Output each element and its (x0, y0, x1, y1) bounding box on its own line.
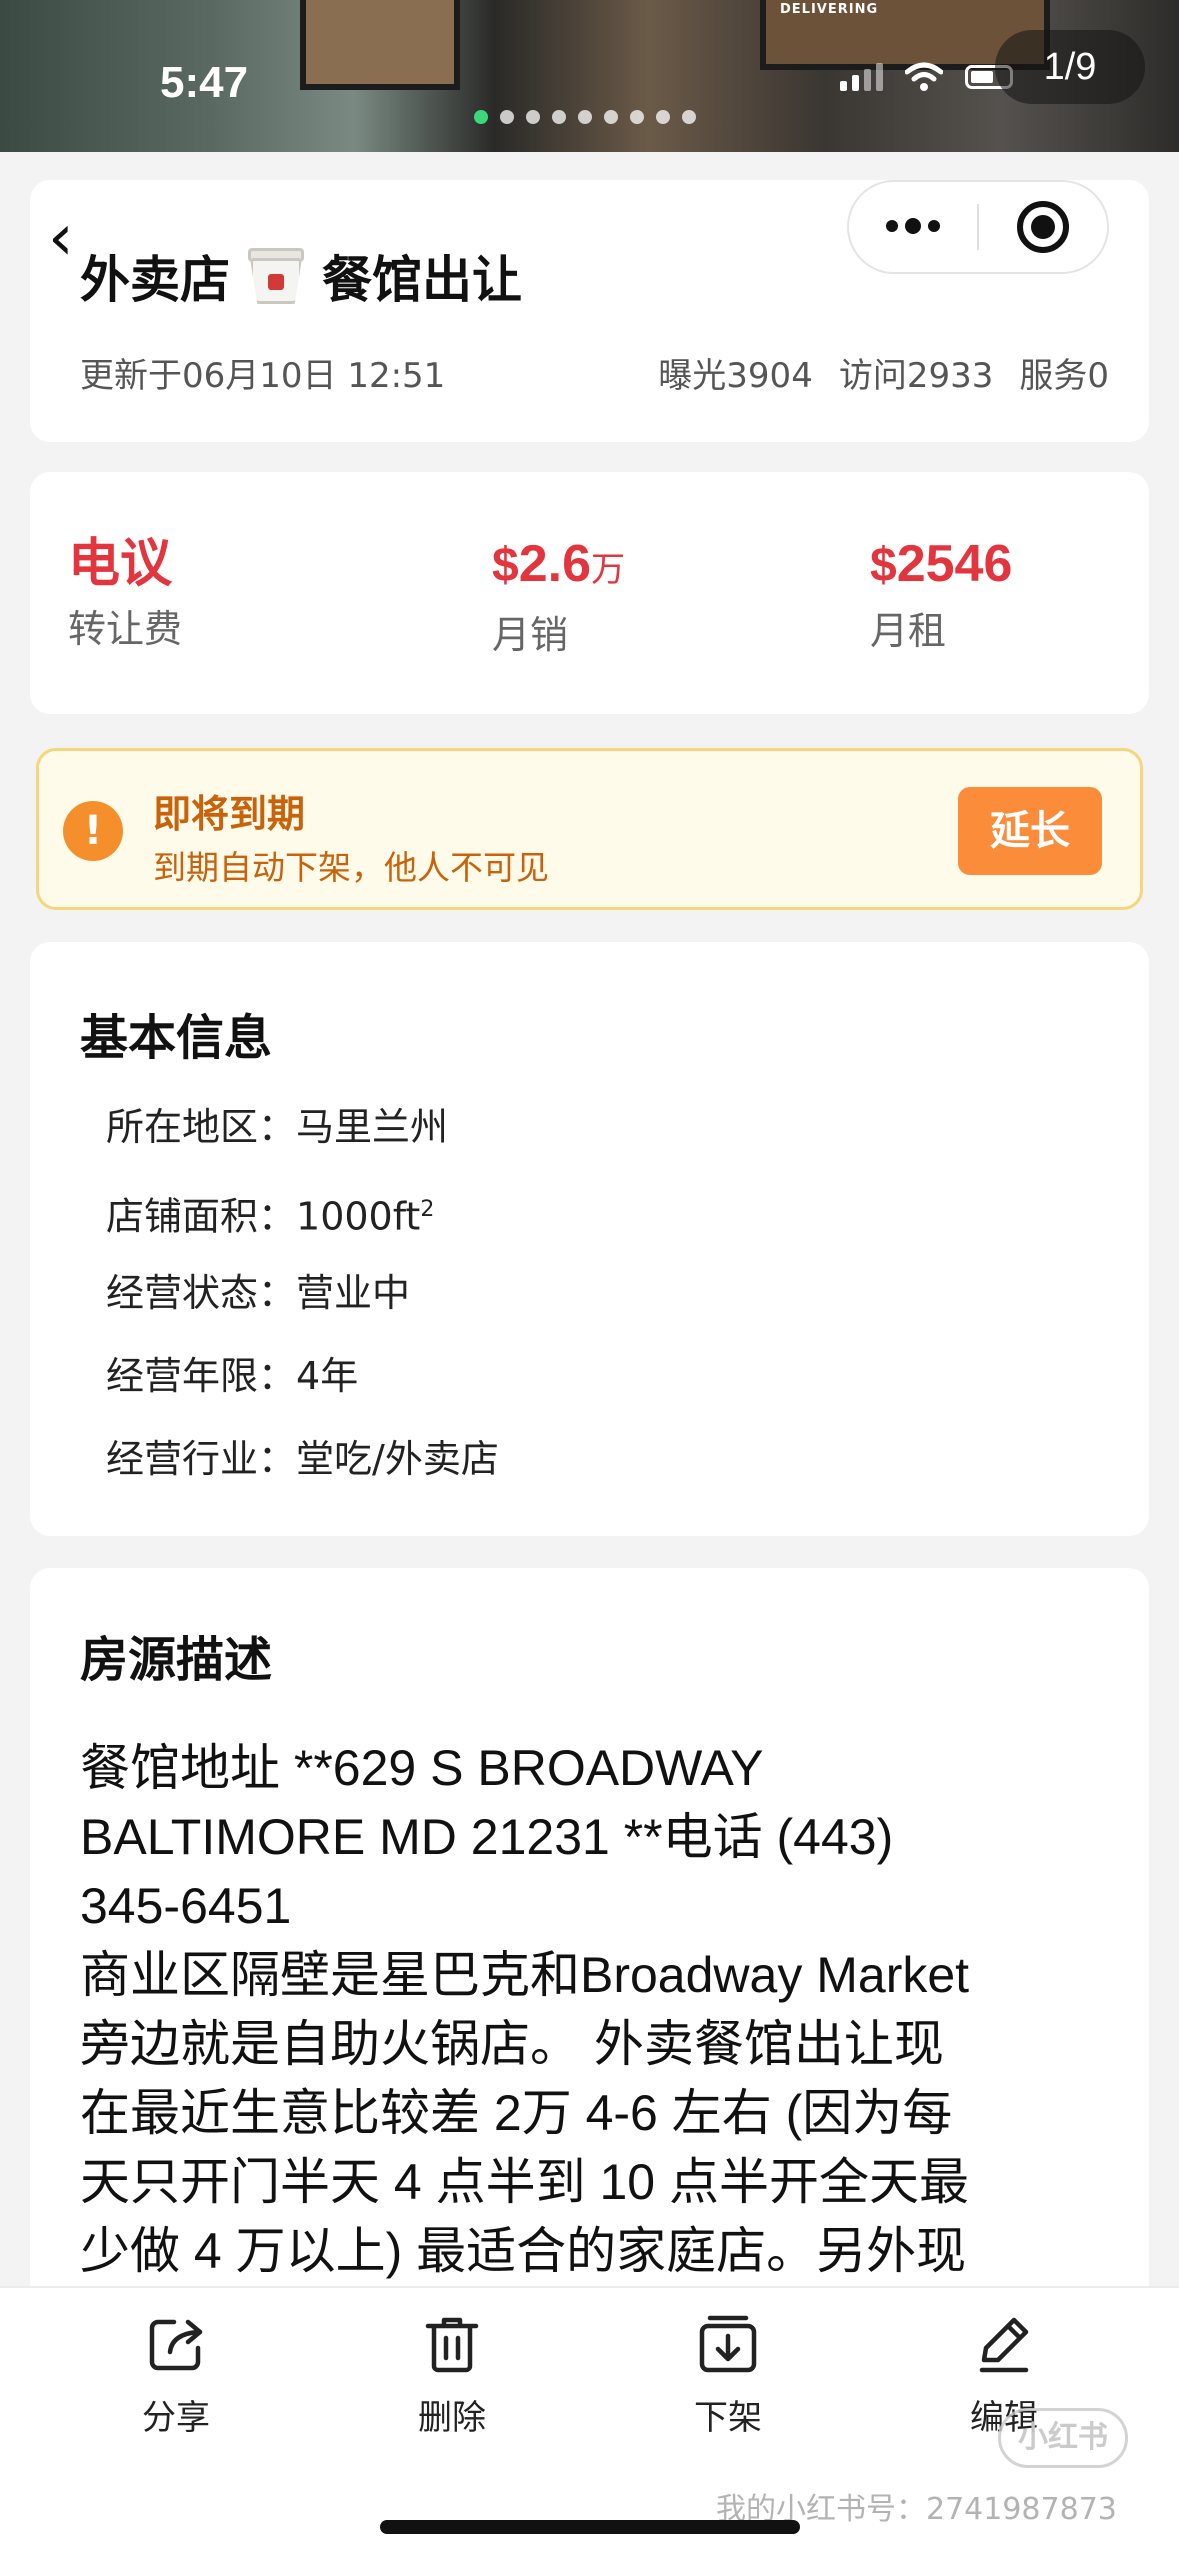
info-list: 所在地区：马里兰州 店铺面积：1000ft2 经营状态：营业中 经营年限：4年 … (106, 1102, 499, 1517)
target-icon (1016, 201, 1069, 253)
unlist-icon (699, 2315, 757, 2373)
info-row-years: 经营年限：4年 (106, 1354, 359, 1398)
description-line: 旁边就是自助火锅店。 外卖餐馆出让现 (80, 2016, 944, 2072)
expiry-subtitle: 到期自动下架，他人不可见 (153, 848, 549, 887)
gallery-dot[interactable] (656, 110, 670, 124)
takeout-box-icon (244, 244, 308, 308)
gallery-dot[interactable] (474, 110, 488, 124)
price-value: $2546 (870, 535, 1013, 593)
gallery-dots[interactable] (474, 110, 696, 124)
monthly-sales: $2.6万 月销 (492, 534, 625, 659)
info-row-industry: 经营行业：堂吃/外卖店 (106, 1437, 499, 1481)
warning-icon: ! (63, 801, 123, 861)
gallery-dot[interactable] (552, 110, 566, 124)
watermark-logo: 小红书 (998, 2408, 1128, 2468)
expiry-title: 即将到期 (153, 792, 306, 836)
bottom-action-bar: 分享 删除 下架 编辑 小红书 我的小红书号：2741987873 (0, 2286, 1179, 2556)
section-title: 房源描述 (80, 1632, 273, 1688)
expiry-notice: ! 即将到期 到期自动下架，他人不可见 延长 (36, 748, 1143, 910)
home-indicator[interactable] (380, 2520, 800, 2534)
gallery-dot[interactable] (604, 110, 618, 124)
delete-button[interactable]: 删除 (392, 2312, 512, 2439)
edit-icon (979, 2317, 1029, 2373)
price-value: $2.6万 (492, 535, 625, 593)
listing-header-card: ‹ 外卖店 餐馆出让 更新于06月10日 12:51 曝光3904 访问2933… (30, 180, 1149, 442)
miniprogram-capsule (847, 180, 1109, 274)
gallery-dot[interactable] (682, 110, 696, 124)
gallery-page-indicator: 1/9 (995, 30, 1145, 104)
description-line: 在最近生意比较差 2万 4-6 左右 (因为每 (80, 2085, 953, 2141)
description-line: 少做 4 万以上) 最适合的家庭店。另外现 (80, 2223, 967, 2279)
title-type: 餐馆出让 (322, 251, 522, 309)
gallery-dot[interactable] (630, 110, 644, 124)
description-line: BALTIMORE MD 21231 **电话 (443) (80, 1809, 894, 1865)
page-title: 外卖店 餐馆出让 (80, 240, 522, 312)
description-line: 345-6451 (80, 1878, 292, 1934)
price-label: 月租 (870, 609, 947, 653)
price-value: 电议 (68, 535, 173, 593)
stat-services: 服务0 (1019, 356, 1109, 396)
stat-exposure: 曝光3904 (658, 356, 813, 396)
unlist-button[interactable]: 下架 (668, 2312, 788, 2439)
photo-sign-text: DELIVERING (780, 2, 879, 17)
description-line: 商业区隔壁是星巴克和Broadway Market (80, 1947, 970, 2003)
description-text: 餐馆地址 **629 S BROADWAY BALTIMORE MD 21231… (80, 1734, 1130, 2286)
trash-icon (425, 2317, 479, 2373)
description-line: 餐馆地址 **629 S BROADWAY (80, 1740, 764, 1796)
listing-meta: 更新于06月10日 12:51 曝光3904 访问2933 服务0 (80, 348, 1109, 397)
price-label: 月销 (492, 613, 569, 657)
status-time: 5:47 (160, 58, 249, 107)
info-row-status: 经营状态：营业中 (106, 1271, 411, 1315)
gallery-dot[interactable] (578, 110, 592, 124)
status-icons (840, 62, 1013, 92)
cellular-signal-icon (840, 63, 883, 91)
share-icon (149, 2319, 203, 2371)
share-button[interactable]: 分享 (116, 2312, 236, 2439)
listing-stats: 曝光3904 访问2933 服务0 (658, 348, 1109, 397)
transfer-fee: 电议 转让费 (68, 534, 182, 653)
section-title: 基本信息 (80, 1010, 273, 1066)
basic-info-card: 基本信息 所在地区：马里兰州 店铺面积：1000ft2 经营状态：营业中 经营年… (30, 942, 1149, 1536)
gallery-dot[interactable] (500, 110, 514, 124)
delete-label: 删除 (418, 2398, 486, 2438)
photo-frame-left (300, 0, 460, 90)
description-line: 天只开门半天 4 点半到 10 点半开全天最 (80, 2154, 969, 2210)
info-row-region: 所在地区：马里兰州 (106, 1105, 449, 1149)
price-summary-card: 电议 转让费 $2.6万 月销 $2546 月租 (30, 472, 1149, 714)
info-row-area: 店铺面积：1000ft2 (106, 1194, 435, 1239)
close-miniprogram-button[interactable] (979, 201, 1107, 253)
gallery-dot[interactable] (526, 110, 540, 124)
stat-visits: 访问2933 (838, 356, 994, 396)
price-label: 转让费 (68, 607, 183, 651)
updated-time: 更新于06月10日 12:51 (80, 356, 446, 396)
share-label: 分享 (142, 2398, 210, 2438)
more-options-icon[interactable] (849, 218, 977, 234)
wifi-icon (905, 62, 943, 91)
unlist-label: 下架 (694, 2398, 762, 2438)
gallery-photo[interactable]: DELIVERING 5:47 1/9 (0, 0, 1179, 152)
title-category: 外卖店 (80, 251, 230, 309)
monthly-rent: $2546 月租 (870, 534, 1012, 655)
description-card: 房源描述 餐馆地址 **629 S BROADWAY BALTIMORE MD … (30, 1568, 1149, 2288)
extend-button[interactable]: 延长 (958, 787, 1102, 875)
